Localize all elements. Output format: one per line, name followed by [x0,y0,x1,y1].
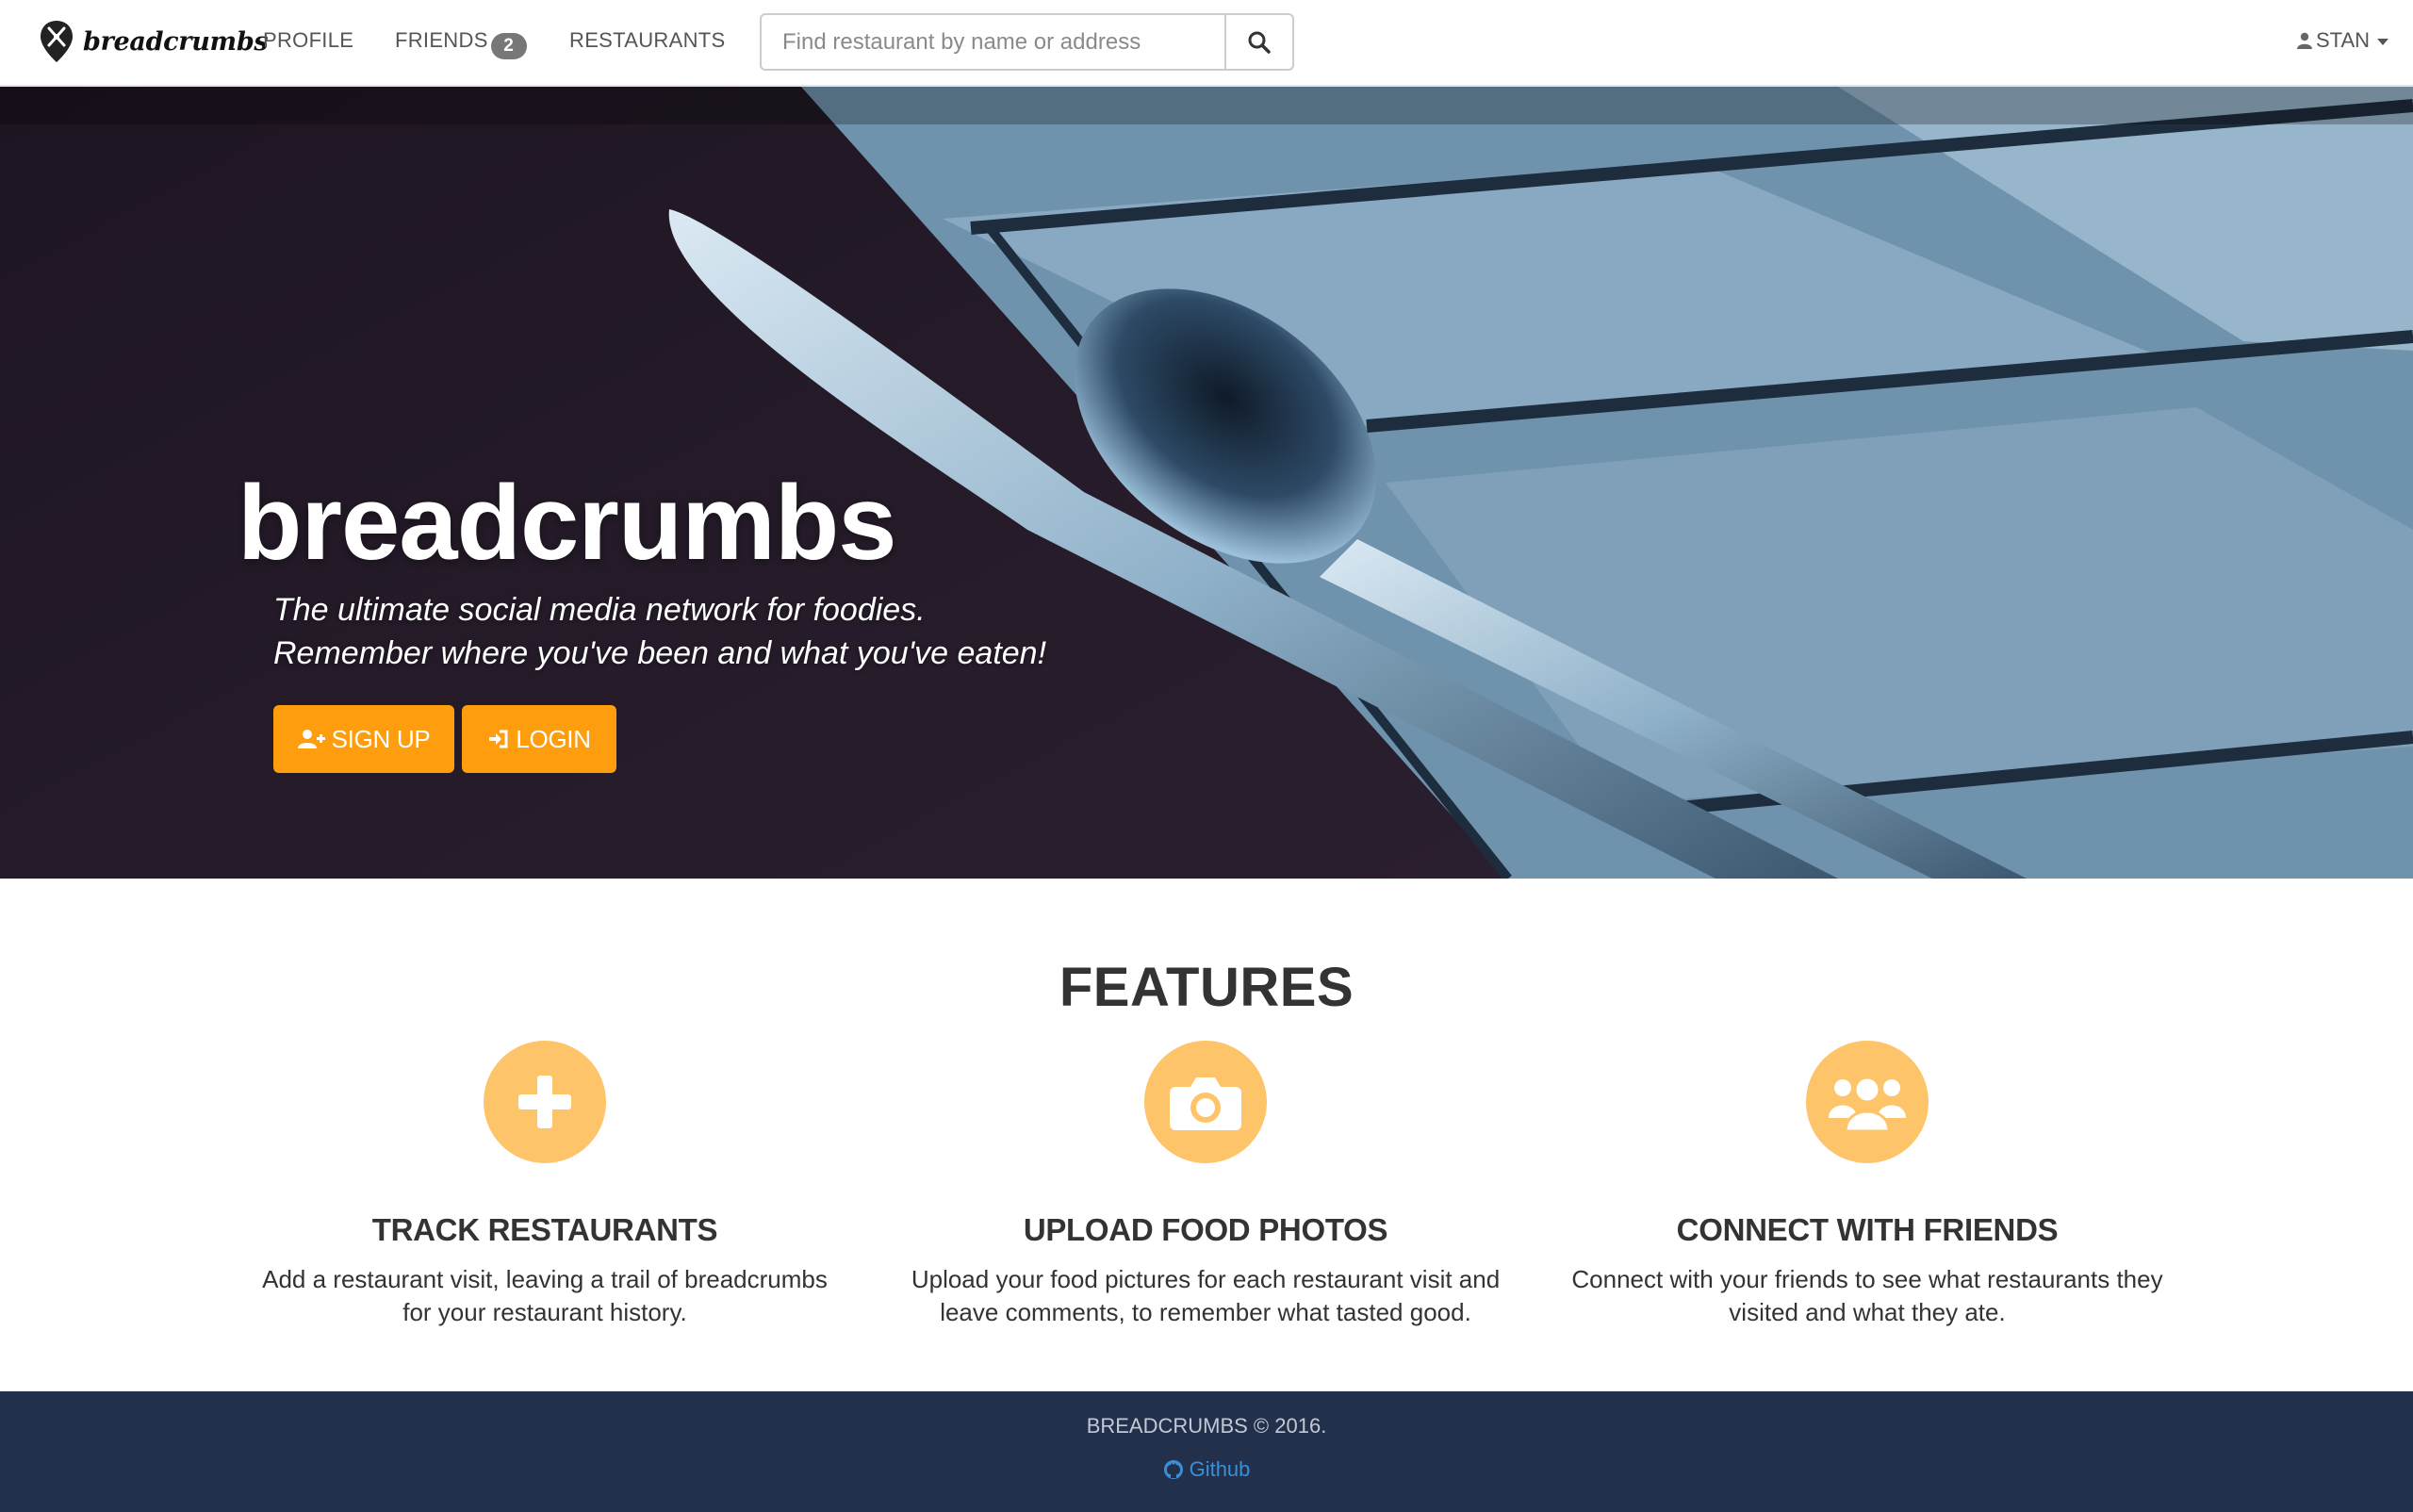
nav-friends-label: FRIENDS [395,28,488,52]
github-icon [1163,1460,1183,1479]
feature-description: Upload your food pictures for each resta… [895,1263,1517,1329]
feature-description-line-2: leave comments, to remember what tasted … [940,1298,1471,1326]
feature-description-line-2: for your restaurant history. [402,1298,687,1326]
map-pin-fork-knife-icon [41,21,73,62]
nav-restaurants[interactable]: RESTAURANTS [569,28,725,53]
user-plus-icon [297,730,325,748]
user-icon [2297,32,2312,49]
feature-description-line-1: Upload your food pictures for each resta… [911,1265,1501,1293]
feature-title: CONNECT WITH FRIENDS [1676,1212,2059,1247]
hero-banner: breadcrumbs The ultimate social media ne… [0,87,2413,879]
nav-profile[interactable]: PROFILE [263,28,353,53]
hero-tagline-line-1: The ultimate social media network for fo… [273,592,926,628]
feature-icon-circle [1144,1041,1267,1163]
sign-in-icon [489,730,508,748]
chevron-down-icon [2377,38,2389,45]
feature-title: UPLOAD FOOD PHOTOS [1023,1212,1388,1247]
search-input[interactable] [762,15,1224,69]
github-label: Github [1189,1457,1251,1481]
feature-description: Add a restaurant visit, leaving a trail … [234,1263,856,1329]
feature-description: Connect with your friends to see what re… [1556,1263,2178,1329]
camera-icon [1170,1077,1241,1130]
plus-icon [518,1076,571,1128]
feature-connect-with-friends: CONNECT WITH FRIENDS Connect with your f… [1537,1041,2197,1329]
feature-description-line-2: visited and what they ate. [1729,1298,2006,1326]
copyright-text: BREADCRUMBS © 2016. [1086,1414,1327,1438]
brand-name: breadcrumbs [83,26,269,57]
feature-description-line-1: Connect with your friends to see what re… [1571,1265,2163,1293]
user-menu[interactable]: STAN [2297,28,2389,53]
feature-track-restaurants: TRACK RESTAURANTS Add a restaurant visit… [215,1041,875,1329]
login-button[interactable]: LOGIN [462,705,616,773]
friends-count-badge: 2 [490,33,527,59]
footer: BREADCRUMBS © 2016. Github [0,1391,2413,1512]
users-icon [1829,1076,1906,1133]
search-icon [1248,31,1271,54]
search-bar [760,13,1294,71]
hero-tagline-line-2: Remember where you've been and what you'… [273,635,1047,671]
sign-up-label: SIGN UP [331,724,431,753]
user-name: STAN [2316,28,2371,52]
sign-up-button[interactable]: SIGN UP [273,705,454,773]
features-heading: FEATURES [1059,957,1354,1018]
hero-title: breadcrumbs [238,464,897,582]
brand-logo[interactable]: breadcrumbs [40,19,269,64]
login-label: LOGIN [516,724,591,753]
hero-tagline: The ultimate social media network for fo… [273,588,1046,675]
search-button[interactable] [1224,15,1292,69]
feature-icon-circle [1806,1041,1929,1163]
nav-friends[interactable]: FRIENDS 2 [395,28,527,59]
feature-title: TRACK RESTAURANTS [371,1212,718,1247]
feature-upload-food-photos: UPLOAD FOOD PHOTOS Upload your food pict… [876,1041,1535,1329]
navbar: breadcrumbs PROFILE FRIENDS 2 RESTAURANTS… [0,0,2413,87]
feature-icon-circle [484,1041,606,1163]
github-link[interactable]: Github [1163,1457,1251,1482]
feature-description-line-1: Add a restaurant visit, leaving a trail … [262,1265,828,1293]
